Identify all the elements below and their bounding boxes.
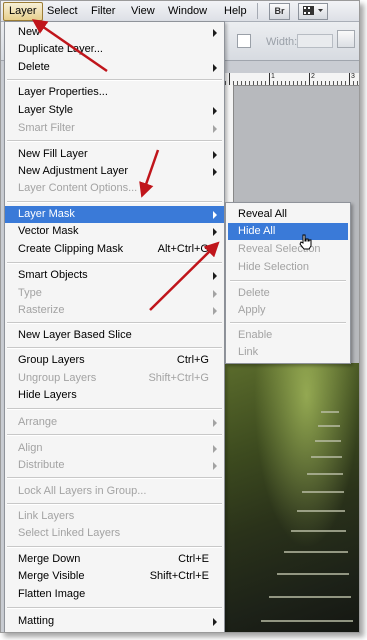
- submenu-arrow-icon: [213, 462, 217, 470]
- submenu-item-reveal-all[interactable]: Reveal All: [226, 206, 350, 223]
- menu-item-align: Align: [5, 440, 224, 457]
- submenu-item-enable: Enable: [238, 329, 273, 341]
- shortcut-text: Ctrl+E: [178, 553, 209, 565]
- layer-mask-submenu: Reveal All Hide All Reveal Selection Hid…: [225, 202, 351, 364]
- menu-item-merge-down[interactable]: Merge Down Ctrl+E: [5, 551, 224, 568]
- menu-separator: [7, 546, 222, 548]
- submenu-arrow-icon: [213, 228, 217, 236]
- width-label: Width:: [266, 36, 298, 48]
- submenu-arrow-icon: [213, 151, 217, 159]
- menu-filter[interactable]: Filter: [87, 4, 119, 18]
- options-dropdown[interactable]: [237, 34, 251, 48]
- screen-mode-button[interactable]: [298, 3, 328, 20]
- width-field[interactable]: [297, 34, 333, 48]
- menu-separator: [7, 434, 222, 436]
- submenu-arrow-icon: [213, 618, 217, 626]
- menu-item-smart-objects[interactable]: Smart Objects: [5, 267, 224, 284]
- menu-separator: [7, 322, 222, 324]
- submenu-arrow-icon: [213, 290, 217, 298]
- menu-item-new[interactable]: New: [5, 24, 224, 41]
- menu-separator: [7, 79, 222, 81]
- ruler-tick: [229, 73, 230, 85]
- menu-item-ungroup-layers: Ungroup Layers Shift+Ctrl+G: [18, 372, 209, 384]
- menu-item-duplicate-layer[interactable]: Duplicate Layer...: [5, 41, 224, 58]
- menu-bar: Layer Select Filter View Window Help Br: [1, 1, 359, 22]
- menu-item-type: Type: [5, 285, 224, 302]
- menu-separator: [7, 607, 222, 609]
- menu-separator: [7, 347, 222, 349]
- shortcut-text: Alt+Ctrl+G: [157, 243, 209, 255]
- menu-item-matting[interactable]: Matting: [5, 613, 224, 630]
- menu-layer[interactable]: Layer: [3, 2, 43, 21]
- menu-window[interactable]: Window: [164, 4, 211, 18]
- submenu-arrow-icon: [213, 419, 217, 427]
- submenu-arrow-icon: [213, 125, 217, 133]
- submenu-item-hide-all[interactable]: Hide All: [228, 223, 348, 240]
- submenu-arrow-icon: [213, 445, 217, 453]
- submenu-arrow-icon: [213, 107, 217, 115]
- ruler-number: 3: [351, 73, 355, 80]
- shortcut-text: Shift+Ctrl+G: [148, 372, 209, 384]
- menu-item-merge-visible[interactable]: Merge Visible Shift+Ctrl+E: [5, 568, 224, 585]
- submenu-item-apply: Apply: [238, 304, 266, 316]
- menu-separator: [7, 477, 222, 479]
- menu-item-link-layers: Link Layers: [18, 510, 75, 522]
- menu-item-create-clipping-mask[interactable]: Create Clipping Mask Alt+Ctrl+G: [5, 241, 224, 258]
- film-icon: [303, 6, 323, 15]
- menu-separator: [7, 408, 222, 410]
- menu-help[interactable]: Help: [220, 4, 251, 18]
- menu-item-new-adjustment-layer[interactable]: New Adjustment Layer: [5, 163, 224, 180]
- screenshot-frame: Layer Select Filter View Window Help Br …: [0, 0, 360, 633]
- shortcut-text: Ctrl+G: [176, 354, 209, 366]
- submenu-item-reveal-selection: Reveal Selection: [238, 243, 321, 255]
- menu-item-select-linked-layers: Select Linked Layers: [18, 527, 121, 539]
- menu-select[interactable]: Select: [43, 4, 82, 18]
- menu-item-smart-filter: Smart Filter: [5, 120, 224, 137]
- menu-item-rasterize: Rasterize: [5, 302, 224, 319]
- ruler-tick: [309, 73, 310, 85]
- menu-separator: [257, 3, 258, 19]
- menu-item-distribute: Distribute: [5, 457, 224, 474]
- menu-separator: [7, 503, 222, 505]
- menu-item-layer-properties[interactable]: Layer Properties...: [5, 84, 224, 101]
- menu-item-layer-mask[interactable]: Layer Mask: [5, 206, 224, 223]
- ruler-number: 2: [311, 73, 315, 80]
- horizontal-ruler: 1 2 3: [225, 73, 359, 86]
- menu-separator: [7, 140, 222, 142]
- submenu-item-hide-selection: Hide Selection: [238, 261, 309, 273]
- hand-cursor-icon: [299, 234, 312, 250]
- submenu-arrow-icon: [213, 29, 217, 37]
- ruler-number: 1: [271, 73, 275, 80]
- menu-item-lock-all-layers: Lock All Layers in Group...: [18, 485, 147, 497]
- menu-item-arrange: Arrange: [5, 414, 224, 431]
- options-button[interactable]: [337, 30, 355, 48]
- submenu-arrow-icon: [213, 211, 217, 219]
- menu-item-vector-mask[interactable]: Vector Mask: [5, 223, 224, 240]
- submenu-arrow-icon: [213, 272, 217, 280]
- menu-item-hide-layers[interactable]: Hide Layers: [5, 387, 224, 404]
- ruler-tick: [269, 73, 270, 85]
- bridge-button[interactable]: Br: [269, 3, 290, 20]
- menu-item-new-layer-based-slice[interactable]: New Layer Based Slice: [5, 327, 224, 344]
- submenu-item-delete: Delete: [238, 287, 270, 299]
- layer-menu: New Duplicate Layer... Delete Layer Prop…: [4, 21, 225, 632]
- menu-item-group-layers[interactable]: Group Layers Ctrl+G: [5, 352, 224, 369]
- submenu-separator: [230, 322, 346, 324]
- submenu-arrow-icon: [213, 168, 217, 176]
- ruler-tick: [349, 73, 350, 85]
- submenu-separator: [230, 280, 346, 282]
- menu-item-layer-style[interactable]: Layer Style: [5, 102, 224, 119]
- menu-item-flatten-image[interactable]: Flatten Image: [5, 586, 224, 603]
- submenu-arrow-icon: [213, 307, 217, 315]
- shortcut-text: Shift+Ctrl+E: [149, 570, 209, 582]
- menu-separator: [7, 262, 222, 264]
- menu-item-delete[interactable]: Delete: [5, 59, 224, 76]
- submenu-arrow-icon: [213, 64, 217, 72]
- menu-item-layer-content-options: Layer Content Options...: [18, 182, 138, 194]
- menu-item-new-fill-layer[interactable]: New Fill Layer: [5, 146, 224, 163]
- menu-separator: [7, 201, 222, 203]
- menu-view[interactable]: View: [127, 4, 159, 18]
- forest-stairs-photo: [225, 363, 359, 632]
- submenu-item-link: Link: [238, 346, 259, 358]
